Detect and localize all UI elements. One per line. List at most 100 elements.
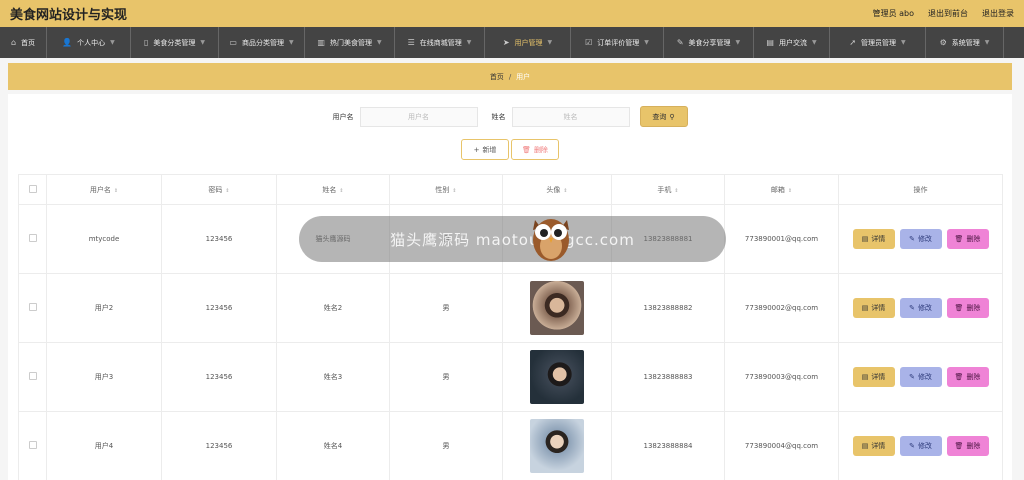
cell-password: 123456 <box>161 411 277 480</box>
frontend-link[interactable]: 退出到前台 <box>928 8 968 19</box>
detail-button[interactable]: ▤ 详情 <box>852 367 895 387</box>
query-label: 查询 <box>652 112 667 121</box>
column-header[interactable]: 邮箱 ⇕ <box>724 174 839 205</box>
column-header-label: 姓名 <box>322 185 337 194</box>
nav-item-10[interactable]: ▤ 用户交流 ▼ <box>754 27 830 58</box>
main-nav: ⌂ 首页 👤 个人中心 ▼ ▯ 美食分类管理 ▼ ▭ 商品分类管理 ▼ ▥ 热门美食管理 ▼ ☰ 在线商城管理… <box>0 27 1024 58</box>
row-checkbox[interactable] <box>28 441 37 449</box>
edit-button[interactable]: ✎ 修改 <box>899 367 942 387</box>
column-header[interactable]: 头像 ⇕ <box>502 174 612 205</box>
nav-item-3[interactable]: ▯ 美食分类管理 ▼ <box>131 27 219 58</box>
nav-item-5[interactable]: ▥ 热门美食管理 ▼ <box>305 27 395 58</box>
cell-avatar <box>502 273 612 343</box>
detail-label: 详情 <box>871 373 886 381</box>
name-label: 姓名 <box>491 112 506 121</box>
cell-actions: ▤ 详情 ✎ 修改 🗑 删除 <box>838 342 1003 412</box>
delete-button[interactable]: 🗑 删除 <box>946 298 989 318</box>
batch-delete-button[interactable]: 🗑 删除 <box>511 139 559 160</box>
cell-phone-text: 13823888883 <box>643 373 693 381</box>
edit-button[interactable]: ✎ 修改 <box>899 298 942 318</box>
sort-icon: ⇕ <box>787 187 793 194</box>
column-header[interactable]: 姓名 ⇕ <box>276 174 390 205</box>
delete-label: 删除 <box>966 235 981 243</box>
nav-item-12[interactable]: ⚙ 系统管理 ▼ <box>926 27 1004 58</box>
row-checkbox[interactable] <box>28 372 37 380</box>
breadcrumb-separator: / <box>508 72 512 81</box>
home-icon: ⌂ <box>10 38 17 47</box>
detail-button[interactable]: ▤ 详情 <box>852 229 895 249</box>
column-header[interactable]: 手机 ⇕ <box>611 174 725 205</box>
edit-button[interactable]: ✎ 修改 <box>899 436 942 456</box>
nav-item-1[interactable]: ⌂ 首页 <box>0 27 47 58</box>
cell-name-text: 姓名2 <box>323 304 343 312</box>
column-header[interactable]: 用户名 ⇕ <box>46 174 162 205</box>
row-checkbox[interactable] <box>28 303 37 311</box>
select-all-checkbox[interactable] <box>28 184 37 193</box>
column-header[interactable]: 性别 ⇕ <box>389 174 503 205</box>
detail-button[interactable]: ▤ 详情 <box>852 298 895 318</box>
nav-item-7[interactable]: ➤ 用户管理 ▼ <box>485 27 571 58</box>
nav-item-6[interactable]: ☰ 在线商城管理 ▼ <box>395 27 485 58</box>
delete-button[interactable]: 🗑 删除 <box>946 436 989 456</box>
watermark-banner: 猫头鹰源码 maotouyingcc.com <box>299 216 726 262</box>
cell-name-text: 姓名3 <box>323 373 343 381</box>
username-label: 用户名 <box>332 112 354 121</box>
cell-gender-text: 男 <box>442 304 450 312</box>
admin-label: 管理员 abo <box>872 9 914 18</box>
add-button[interactable]: + 新增 <box>461 139 509 160</box>
detail-icon: ▤ <box>861 235 869 243</box>
delete-button[interactable]: 🗑 删除 <box>946 229 989 249</box>
breadcrumb: 首页 / 用户 <box>8 63 1012 90</box>
chevron-down-icon: ▼ <box>110 39 115 46</box>
column-header-label: 密码 <box>208 185 223 194</box>
nav-item-label: 美食分类管理 <box>153 38 196 47</box>
chevron-down-icon: ▼ <box>466 39 472 46</box>
trash-icon: 🗑 <box>954 235 964 243</box>
chevron-down-icon: ▼ <box>376 39 382 46</box>
cell-name: 姓名4 <box>276 411 390 480</box>
column-header-label: 头像 <box>546 185 561 194</box>
cell-gender: 男 <box>389 273 503 343</box>
chevron-down-icon: ▼ <box>288 39 294 46</box>
nav-item-label: 商品分类管理 <box>241 38 284 47</box>
pencil-icon: ✎ <box>909 373 915 381</box>
nav-item-9[interactable]: ✎ 美食分享管理 ▼ <box>664 27 754 58</box>
cell-password: 123456 <box>161 204 277 274</box>
edit-button[interactable]: ✎ 修改 <box>899 229 942 249</box>
cell-phone: 13823888883 <box>611 342 725 412</box>
breadcrumb-home[interactable]: 首页 <box>490 72 504 82</box>
header-links: 管理员 abo 退出到前台 退出登录 <box>873 8 1014 19</box>
cell-username-text: mtycode <box>88 235 120 243</box>
cell-password-text: 123456 <box>205 304 233 312</box>
nav-item-4[interactable]: ▭ 商品分类管理 ▼ <box>219 27 305 58</box>
search-icon: ⚲ <box>669 112 675 121</box>
list-icon: ☰ <box>407 38 415 47</box>
delete-button[interactable]: 🗑 删除 <box>946 367 989 387</box>
cell-email: 773890003@qq.com <box>724 342 839 412</box>
chevron-down-icon: ▼ <box>547 39 553 46</box>
nav-item-2[interactable]: 👤 个人中心 ▼ <box>47 27 131 58</box>
search-form: 用户名 姓名 查询 ⚲ <box>8 106 1012 127</box>
sort-icon: ⇕ <box>225 187 230 194</box>
query-button[interactable]: 查询 ⚲ <box>639 106 688 127</box>
detail-icon: ▤ <box>861 373 869 381</box>
logout-link[interactable]: 退出登录 <box>982 8 1014 19</box>
detail-icon: ▤ <box>861 304 869 312</box>
phone-icon: ▯ <box>143 38 149 47</box>
cell-name-text: 姓名4 <box>323 442 343 450</box>
username-input[interactable] <box>359 106 478 127</box>
row-checkbox[interactable] <box>28 234 37 242</box>
cell-avatar <box>502 342 612 412</box>
cell-password: 123456 <box>161 273 277 343</box>
trash-icon: 🗑 <box>954 304 964 312</box>
nav-item-11[interactable]: ➚ 管理员管理 ▼ <box>830 27 926 58</box>
column-header[interactable]: 密码 ⇕ <box>161 174 277 205</box>
cell-name: 姓名3 <box>276 342 390 412</box>
name-input[interactable] <box>511 106 630 127</box>
chevron-down-icon: ▼ <box>735 39 741 46</box>
pencil-icon: ✎ <box>909 304 915 312</box>
cell-password-text: 123456 <box>205 442 233 450</box>
nav-item-label: 订单评价管理 <box>597 38 640 47</box>
nav-item-8[interactable]: ☑ 订单评价管理 ▼ <box>571 27 664 58</box>
detail-button[interactable]: ▤ 详情 <box>852 436 895 456</box>
